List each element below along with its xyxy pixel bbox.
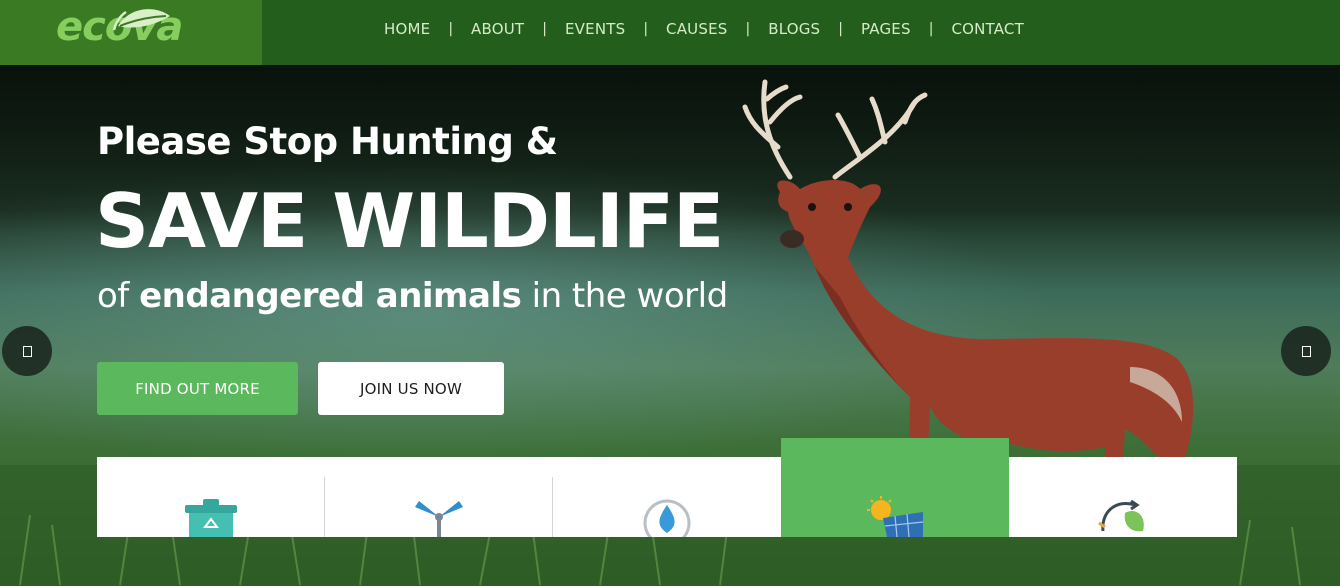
recycle-leaf-icon: [1098, 499, 1144, 532]
nav-home[interactable]: HOME: [384, 20, 430, 38]
feature-card-recycle[interactable]: [97, 457, 325, 537]
join-us-now-button[interactable]: JOIN US NOW: [318, 362, 504, 415]
subline-light-a: of: [97, 276, 140, 316]
headline-bold-text: Stop Hunting &: [243, 120, 558, 163]
nav-separator: |: [542, 21, 547, 37]
nav-causes[interactable]: CAUSES: [666, 20, 727, 38]
feature-card-water[interactable]: [553, 457, 781, 537]
feature-cards: [97, 438, 1237, 537]
nav-separator: |: [928, 21, 934, 37]
hero-headline-line3: of endangered animals in the world: [97, 276, 728, 316]
feature-card-wind[interactable]: [325, 457, 553, 537]
subline-light-b: in the world: [521, 276, 729, 316]
headline-light-text: Please: [97, 120, 244, 163]
nav-separator: |: [448, 21, 454, 37]
solar-panel-icon: [867, 496, 924, 537]
chevron-right-icon: [1301, 345, 1311, 357]
recycle-bin-icon: [185, 499, 237, 537]
hero-headline-line1: Please Stop Hunting &: [97, 120, 558, 163]
nav-separator: |: [643, 21, 649, 37]
chevron-left-icon: [22, 345, 32, 357]
nav-pages[interactable]: PAGES: [861, 20, 911, 38]
feature-card-solar[interactable]: [781, 438, 1009, 537]
slider-prev-button[interactable]: [2, 326, 52, 376]
main-nav: HOME | ABOUT | EVENTS | CAUSES | BLOGS |…: [384, 0, 1024, 58]
nav-separator: |: [838, 21, 843, 37]
wind-turbine-icon: [415, 501, 463, 537]
nav-about[interactable]: ABOUT: [471, 20, 524, 38]
logo[interactable]: ecova: [0, 0, 262, 65]
subline-bold: endangered animals: [139, 276, 522, 316]
feature-card-recycle-leaf[interactable]: [1009, 457, 1237, 537]
find-out-more-button[interactable]: FIND OUT MORE: [97, 362, 298, 415]
nav-separator: |: [745, 21, 751, 37]
hero-headline-main: SAVE WILDLIFE: [95, 177, 724, 265]
top-navigation-bar: ecova HOME | ABOUT | EVENTS | CAUSES | B…: [0, 0, 1340, 65]
nav-contact[interactable]: CONTACT: [951, 20, 1024, 38]
nav-events[interactable]: EVENTS: [565, 20, 625, 38]
nav-blogs[interactable]: BLOGS: [768, 20, 820, 38]
water-drop-icon: [643, 499, 691, 537]
leaf-icon: [112, 9, 170, 31]
slider-next-button[interactable]: [1281, 326, 1331, 376]
